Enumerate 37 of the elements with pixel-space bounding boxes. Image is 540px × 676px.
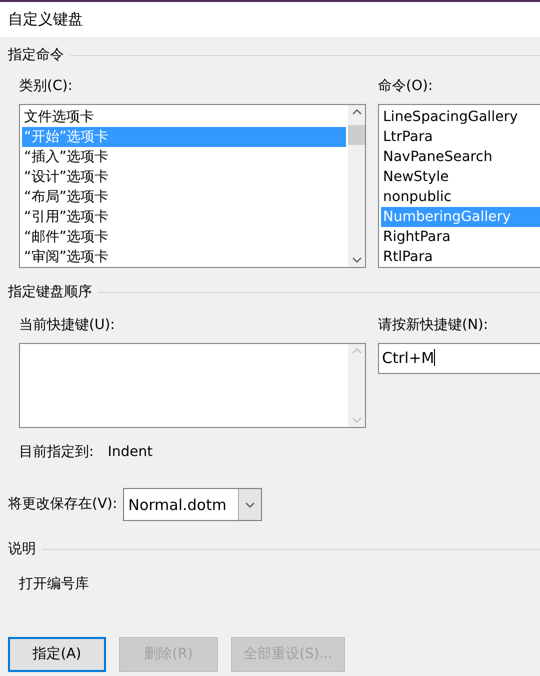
group-title: 指定命令 (8, 46, 64, 65)
list-item[interactable]: “插入”选项卡 (22, 147, 346, 167)
list-item[interactable]: “审阅”选项卡 (22, 247, 346, 267)
list-item[interactable]: 文件选项卡 (22, 107, 346, 127)
list-item[interactable]: NavPaneSearch (381, 147, 540, 167)
scroll-up-icon[interactable] (352, 109, 362, 115)
list-item[interactable]: LineSpacingGallery (381, 107, 540, 127)
list-item[interactable]: “设计”选项卡 (22, 167, 346, 187)
save-location-dropdown[interactable]: Normal.dotm (123, 488, 262, 521)
scroll-down-icon[interactable] (352, 257, 362, 263)
list-item[interactable]: “邮件”选项卡 (22, 227, 346, 247)
list-item[interactable]: RtlPara (381, 247, 540, 267)
group-title: 说明 (8, 540, 36, 559)
assigned-label: 目前指定到: (19, 443, 94, 462)
dialog-button[interactable]: 指定(A) (8, 637, 106, 672)
list-item[interactable]: LtrPara (381, 127, 540, 147)
list-item[interactable]: nonpublic (381, 187, 540, 207)
field-label: 将更改保存在(V): (8, 495, 118, 514)
list-box[interactable]: LineSpacingGallery LtrPara NavPaneSearch NewStyle nonpublic NumberingGallery RightPara RtlPara (378, 104, 540, 268)
list-item[interactable]: RightPara (381, 227, 540, 247)
list-item[interactable]: “引用”选项卡 (22, 207, 346, 227)
group-title: 指定键盘顺序 (8, 283, 92, 302)
dropdown-caret-icon[interactable] (245, 502, 256, 508)
list-box[interactable]: 文件选项卡 “开始”选项卡 “插入”选项卡 “设计”选项卡 “布局”选项卡 “引用”选项卡 “邮件”选项卡 “审阅”选项卡 (19, 104, 366, 268)
field-label: 当前快捷键(U): (19, 316, 116, 335)
text-cursor (434, 349, 436, 366)
field-label: 命令(O): (378, 77, 434, 96)
input-value: Ctrl+M (382, 349, 434, 367)
list-item[interactable]: NewStyle (381, 167, 540, 187)
assigned-value: Indent (108, 443, 153, 462)
description-text: 打开编号库 (19, 575, 90, 594)
scroll-thumb[interactable] (348, 125, 365, 145)
shortcut-input-field[interactable]: Ctrl+M (378, 343, 540, 374)
field-label: 请按新快捷键(N): (378, 316, 490, 335)
window-title: 自定义键盘 (8, 10, 83, 28)
field-label: 类别(C): (19, 77, 74, 96)
list-item[interactable]: “布局”选项卡 (22, 187, 346, 207)
